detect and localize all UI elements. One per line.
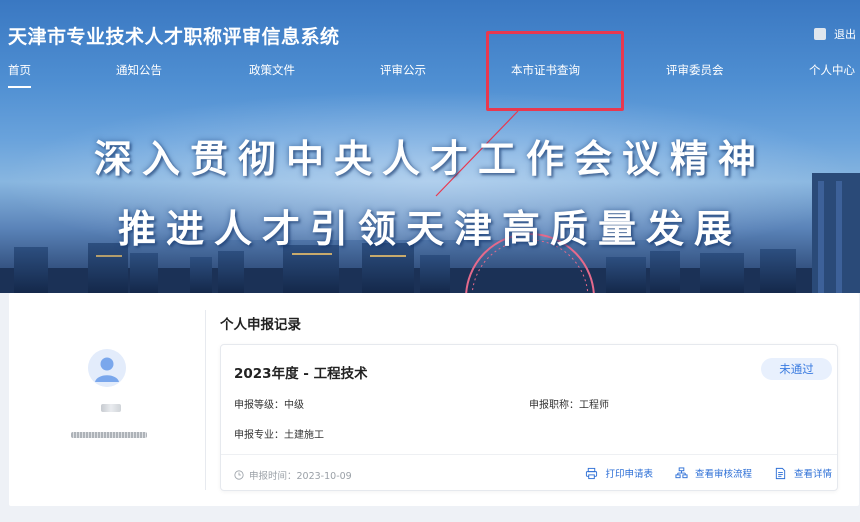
records-section-title: 个人申报记录: [220, 317, 301, 333]
user-id-redacted: [71, 432, 147, 438]
profile-panel: [9, 293, 207, 506]
status-badge: 未通过: [761, 358, 832, 380]
user-avatar-icon: [88, 349, 126, 387]
record-level: 申报等级：中级: [234, 400, 304, 411]
printer-icon: [586, 467, 598, 479]
main-card: 个人申报记录 2023年度 - 工程技术 未通过 申报等级：中级 申报职称：工程…: [9, 293, 859, 506]
document-icon: [775, 467, 786, 479]
banner-slogan-line-1: 深入贯彻中央人才工作会议精神: [93, 136, 766, 181]
user-name-redacted: [101, 404, 121, 412]
panel-divider: [205, 310, 206, 490]
print-application-button[interactable]: 打印申请表: [585, 466, 653, 480]
view-review-process-label: 查看审核流程: [694, 469, 752, 480]
record-footer: 申报时间：2023-10-09 打印申请表 查看审核流程 查看详情: [221, 454, 837, 491]
view-details-label: 查看详情: [793, 469, 832, 480]
record-card: 2023年度 - 工程技术 未通过 申报等级：中级 申报职称：工程师 申报专业：…: [220, 344, 838, 491]
apply-time-text: 申报时间：2023-10-09: [249, 471, 352, 482]
view-review-process-button[interactable]: 查看审核流程: [675, 466, 752, 480]
record-job-title: 申报职称：工程师: [529, 400, 609, 411]
print-application-label: 打印申请表: [605, 469, 653, 480]
view-details-button[interactable]: 查看详情: [774, 466, 832, 480]
hero-banner: 天津市专业技术人才职称评审信息系统 退出 首页 通知公告 政策文件 评审公示 本…: [0, 0, 860, 293]
banner-slogan-line-2: 推进人才引领天津高质量发展: [117, 206, 742, 251]
record-apply-time: 申报时间：2023-10-09: [234, 468, 352, 482]
record-actions: 打印申请表 查看审核流程 查看详情: [585, 466, 832, 480]
clock-icon: [234, 470, 244, 480]
flowchart-icon: [675, 466, 688, 478]
record-major: 申报专业：土建施工: [234, 430, 324, 441]
record-title: 2023年度 - 工程技术: [234, 366, 368, 382]
